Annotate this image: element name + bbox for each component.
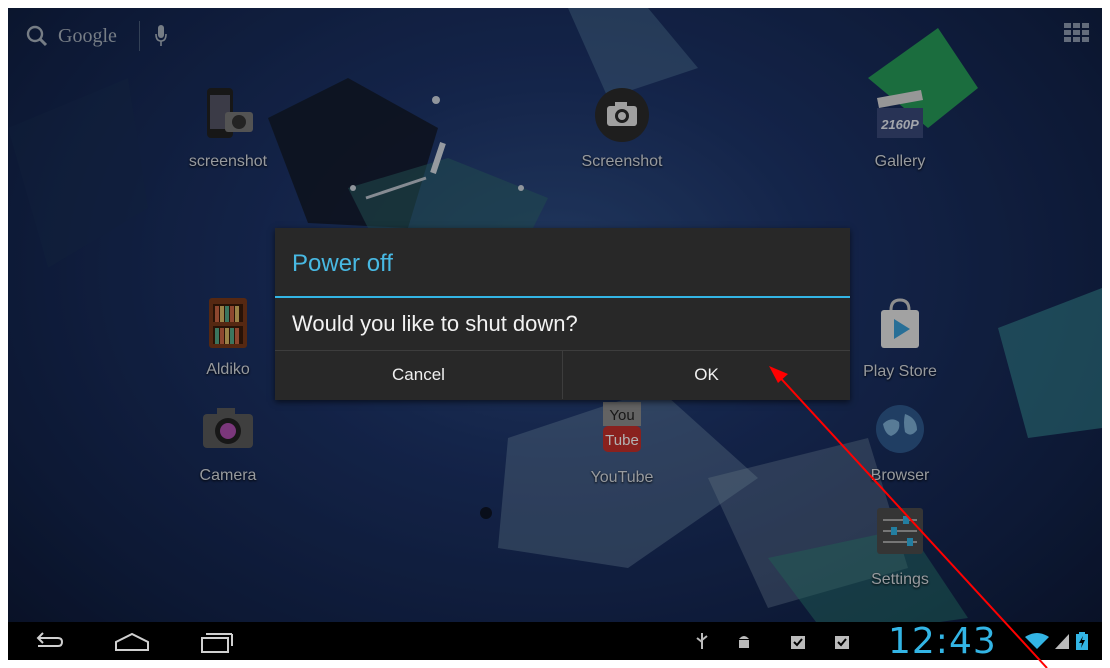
dialog-message: Would you like to shut down? bbox=[292, 311, 578, 336]
android-debug-icon bbox=[739, 636, 749, 648]
android-screen: Google screenshot Screenshot 2160P Galle… bbox=[8, 8, 1102, 660]
home-icon[interactable] bbox=[114, 630, 150, 654]
system-bar: 12:43 bbox=[8, 621, 1102, 660]
dialog-title: Power off bbox=[292, 250, 393, 277]
back-icon[interactable] bbox=[30, 630, 66, 654]
cancel-button[interactable]: Cancel bbox=[275, 351, 562, 399]
power-off-dialog: Power off Would you like to shut down? C… bbox=[275, 228, 850, 400]
dialog-button-bar: Cancel OK bbox=[275, 350, 850, 399]
signal-icon bbox=[1055, 634, 1069, 649]
ok-button[interactable]: OK bbox=[562, 351, 850, 399]
battery-icon bbox=[1076, 632, 1088, 650]
wifi-icon bbox=[1025, 633, 1049, 649]
recents-icon[interactable] bbox=[198, 630, 234, 654]
download-done-icon bbox=[791, 636, 805, 649]
usb-icon bbox=[696, 633, 708, 649]
clock[interactable]: 12:43 bbox=[888, 621, 997, 660]
download-done-icon bbox=[835, 636, 849, 649]
